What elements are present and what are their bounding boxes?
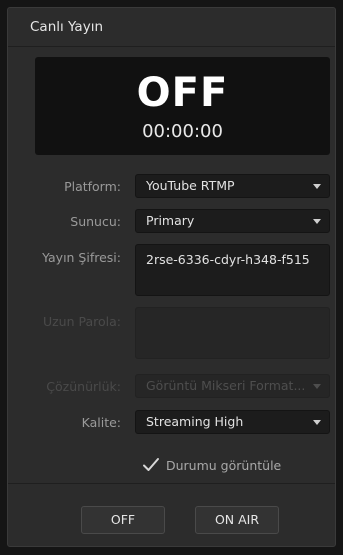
- chevron-down-icon: [313, 420, 321, 425]
- server-value: Primary: [146, 213, 195, 228]
- quality-label: Kalite:: [81, 415, 121, 430]
- stream-key-label: Yayın Şifresi:: [42, 250, 121, 265]
- live-stream-panel: Canlı Yayın OFF 00:00:00 Platform: YouTu…: [7, 7, 336, 547]
- stream-key-value: 2rse-6336-cdyr-h348-f515: [146, 252, 310, 267]
- stream-status-display: OFF 00:00:00: [35, 57, 330, 155]
- off-button[interactable]: OFF: [81, 506, 165, 534]
- quality-value: Streaming High: [146, 414, 244, 429]
- server-label: Sunucu:: [70, 214, 121, 229]
- panel-header: Canlı Yayın: [8, 8, 335, 47]
- long-password-field: [135, 307, 330, 359]
- stream-timer: 00:00:00: [142, 121, 223, 142]
- chevron-down-icon: [313, 184, 321, 189]
- stream-status-text: OFF: [136, 70, 229, 116]
- chevron-down-icon: [313, 219, 321, 224]
- panel-title: Canlı Yayın: [30, 19, 104, 35]
- platform-select[interactable]: YouTube RTMP: [135, 174, 330, 198]
- quality-select[interactable]: Streaming High: [135, 410, 330, 434]
- resolution-select: Görüntü Mikseri Format...: [135, 374, 330, 398]
- resolution-label: Çözünürlük:: [46, 379, 121, 394]
- show-status-label: Durumu görüntüle: [166, 458, 282, 473]
- checkmark-icon: [143, 458, 159, 471]
- on-air-button[interactable]: ON AIR: [195, 506, 279, 534]
- panel-footer: OFF ON AIR: [8, 483, 335, 549]
- stream-key-field[interactable]: 2rse-6336-cdyr-h348-f515: [135, 244, 330, 296]
- server-select[interactable]: Primary: [135, 209, 330, 233]
- platform-label: Platform:: [64, 179, 121, 194]
- resolution-value: Görüntü Mikseri Format...: [146, 378, 306, 393]
- platform-value: YouTube RTMP: [146, 178, 235, 193]
- chevron-down-icon: [313, 384, 321, 389]
- long-password-label: Uzun Parola:: [42, 314, 121, 329]
